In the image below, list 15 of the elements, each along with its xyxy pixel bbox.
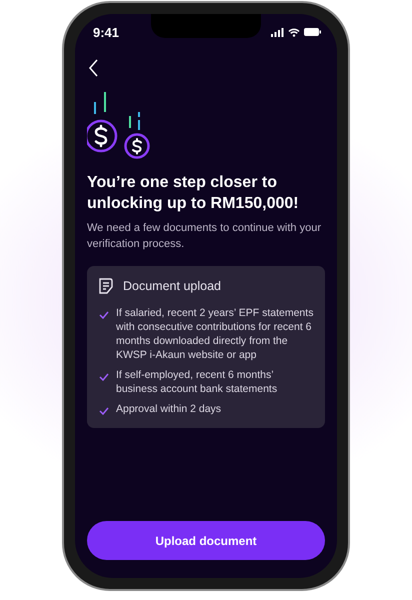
wifi-icon (288, 28, 300, 36)
battery-icon (304, 28, 321, 36)
heading: You’re one step closer to unlocking up to RM150,000! (87, 173, 300, 214)
card-title: Document upload (123, 279, 221, 293)
check-icon (99, 373, 109, 381)
signal-icon (271, 28, 284, 36)
check-icon (99, 407, 109, 415)
requirement-text: If salaried, recent 2 years’ EPF statements with consecutive contributions for recent 6 months downloaded directly from the KWSP i-Akaun website or app (116, 306, 314, 362)
check-icon (99, 311, 109, 319)
requirement-text: If self-employed, recent 6 months’ business account bank statements (116, 368, 278, 396)
upload-button[interactable]: Upload document (87, 521, 325, 560)
status-time: 9:41 (93, 24, 120, 40)
requirement-text: Approval within 2 days (116, 402, 222, 416)
document-icon (99, 278, 113, 294)
subtitle: We need a few documents to continue with your verification process. (87, 221, 322, 252)
